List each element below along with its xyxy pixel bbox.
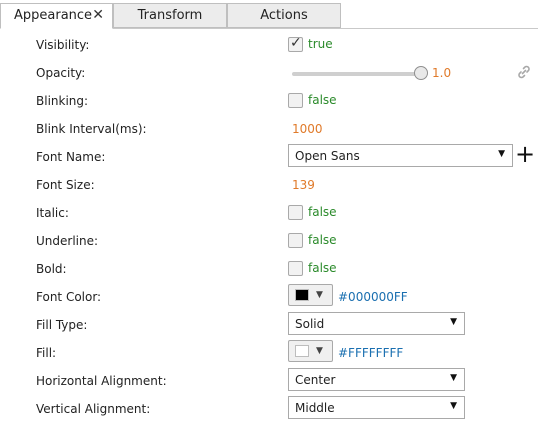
font-name-label: Font Name: bbox=[36, 150, 106, 164]
tab-transform-label: Transform bbox=[137, 8, 203, 23]
blinking-value: false bbox=[308, 93, 337, 107]
font-size-label: Font Size: bbox=[36, 178, 95, 192]
chevron-down-icon: ▼ bbox=[316, 290, 323, 300]
font-color-swatch bbox=[295, 289, 309, 301]
property-row-font-color: Font Color: ▼ #000000FF bbox=[0, 283, 538, 311]
blinking-checkbox[interactable] bbox=[288, 93, 303, 108]
link-icon[interactable] bbox=[516, 64, 532, 80]
italic-value: false bbox=[308, 205, 337, 219]
blink-interval-value[interactable]: 1000 bbox=[292, 122, 323, 136]
bold-checkbox[interactable] bbox=[288, 261, 303, 276]
chevron-down-icon: ▼ bbox=[498, 149, 505, 159]
chevron-down-icon: ▼ bbox=[450, 401, 457, 411]
bold-value: false bbox=[308, 261, 337, 275]
horizontal-alignment-value: Center bbox=[295, 373, 336, 387]
tab-bar: Appearance ✕ Transform Actions bbox=[0, 0, 538, 29]
vertical-alignment-label: Vertical Alignment: bbox=[36, 402, 151, 416]
property-row-visibility: Visibility: ✓ true bbox=[0, 31, 538, 59]
tab-appearance[interactable]: Appearance ✕ bbox=[0, 3, 113, 29]
property-row-vertical-alignment: Vertical Alignment: Middle ▼ bbox=[0, 395, 538, 423]
opacity-slider-thumb[interactable] bbox=[414, 66, 428, 80]
property-row-opacity: Opacity: 1.0 bbox=[0, 59, 538, 87]
bold-label: Bold: bbox=[36, 262, 67, 276]
visibility-label: Visibility: bbox=[36, 38, 90, 52]
fill-type-label: Fill Type: bbox=[36, 318, 88, 332]
property-row-bold: Bold: false bbox=[0, 255, 538, 283]
chevron-down-icon: ▼ bbox=[450, 317, 457, 327]
property-row-font-size: Font Size: 139 bbox=[0, 171, 538, 199]
horizontal-alignment-select[interactable]: Center ▼ bbox=[288, 368, 465, 391]
checkmark-icon: ✓ bbox=[290, 35, 302, 51]
font-color-label: Font Color: bbox=[36, 290, 102, 304]
tab-appearance-label: Appearance bbox=[14, 8, 93, 23]
underline-value: false bbox=[308, 233, 337, 247]
property-row-blink-interval: Blink Interval(ms): 1000 bbox=[0, 115, 538, 143]
fill-value: #FFFFFFFF bbox=[338, 346, 404, 360]
font-color-picker-button[interactable]: ▼ bbox=[288, 284, 333, 306]
tab-actions[interactable]: Actions bbox=[227, 3, 341, 28]
italic-checkbox[interactable] bbox=[288, 205, 303, 220]
chevron-down-icon: ▼ bbox=[316, 346, 323, 356]
fill-color-picker-button[interactable]: ▼ bbox=[288, 340, 333, 362]
vertical-alignment-value: Middle bbox=[295, 401, 335, 415]
fill-type-select[interactable]: Solid ▼ bbox=[288, 312, 465, 335]
opacity-value: 1.0 bbox=[432, 66, 452, 80]
font-name-select[interactable]: Open Sans ▼ bbox=[288, 144, 513, 167]
visibility-value: true bbox=[308, 37, 333, 51]
font-size-value[interactable]: 139 bbox=[292, 178, 315, 192]
property-row-fill-type: Fill Type: Solid ▼ bbox=[0, 311, 538, 339]
property-row-font-name: Font Name: Open Sans ▼ + bbox=[0, 142, 538, 171]
property-row-horizontal-alignment: Horizontal Alignment: Center ▼ bbox=[0, 367, 538, 395]
italic-label: Italic: bbox=[36, 206, 69, 220]
font-color-value: #000000FF bbox=[338, 290, 408, 304]
tab-actions-label: Actions bbox=[260, 8, 308, 23]
vertical-alignment-select[interactable]: Middle ▼ bbox=[288, 396, 465, 419]
chevron-down-icon: ▼ bbox=[450, 373, 457, 383]
opacity-slider-track[interactable] bbox=[292, 72, 424, 76]
fill-type-value: Solid bbox=[295, 317, 325, 331]
opacity-label: Opacity: bbox=[36, 66, 86, 80]
property-row-blinking: Blinking: false bbox=[0, 87, 538, 115]
font-name-value: Open Sans bbox=[295, 149, 360, 163]
underline-label: Underline: bbox=[36, 234, 99, 248]
close-icon[interactable]: ✕ bbox=[92, 4, 104, 27]
tab-transform[interactable]: Transform bbox=[113, 3, 227, 28]
fill-color-swatch bbox=[295, 345, 309, 357]
blinking-label: Blinking: bbox=[36, 94, 89, 108]
property-row-italic: Italic: false bbox=[0, 199, 538, 227]
underline-checkbox[interactable] bbox=[288, 233, 303, 248]
fill-label: Fill: bbox=[36, 346, 57, 360]
blink-interval-label: Blink Interval(ms): bbox=[36, 122, 147, 136]
plus-icon[interactable]: + bbox=[515, 142, 535, 166]
property-row-underline: Underline: false bbox=[0, 227, 538, 255]
property-row-fill: Fill: ▼ #FFFFFFFF bbox=[0, 339, 538, 367]
horizontal-alignment-label: Horizontal Alignment: bbox=[36, 374, 167, 388]
visibility-checkbox[interactable]: ✓ bbox=[288, 35, 303, 52]
